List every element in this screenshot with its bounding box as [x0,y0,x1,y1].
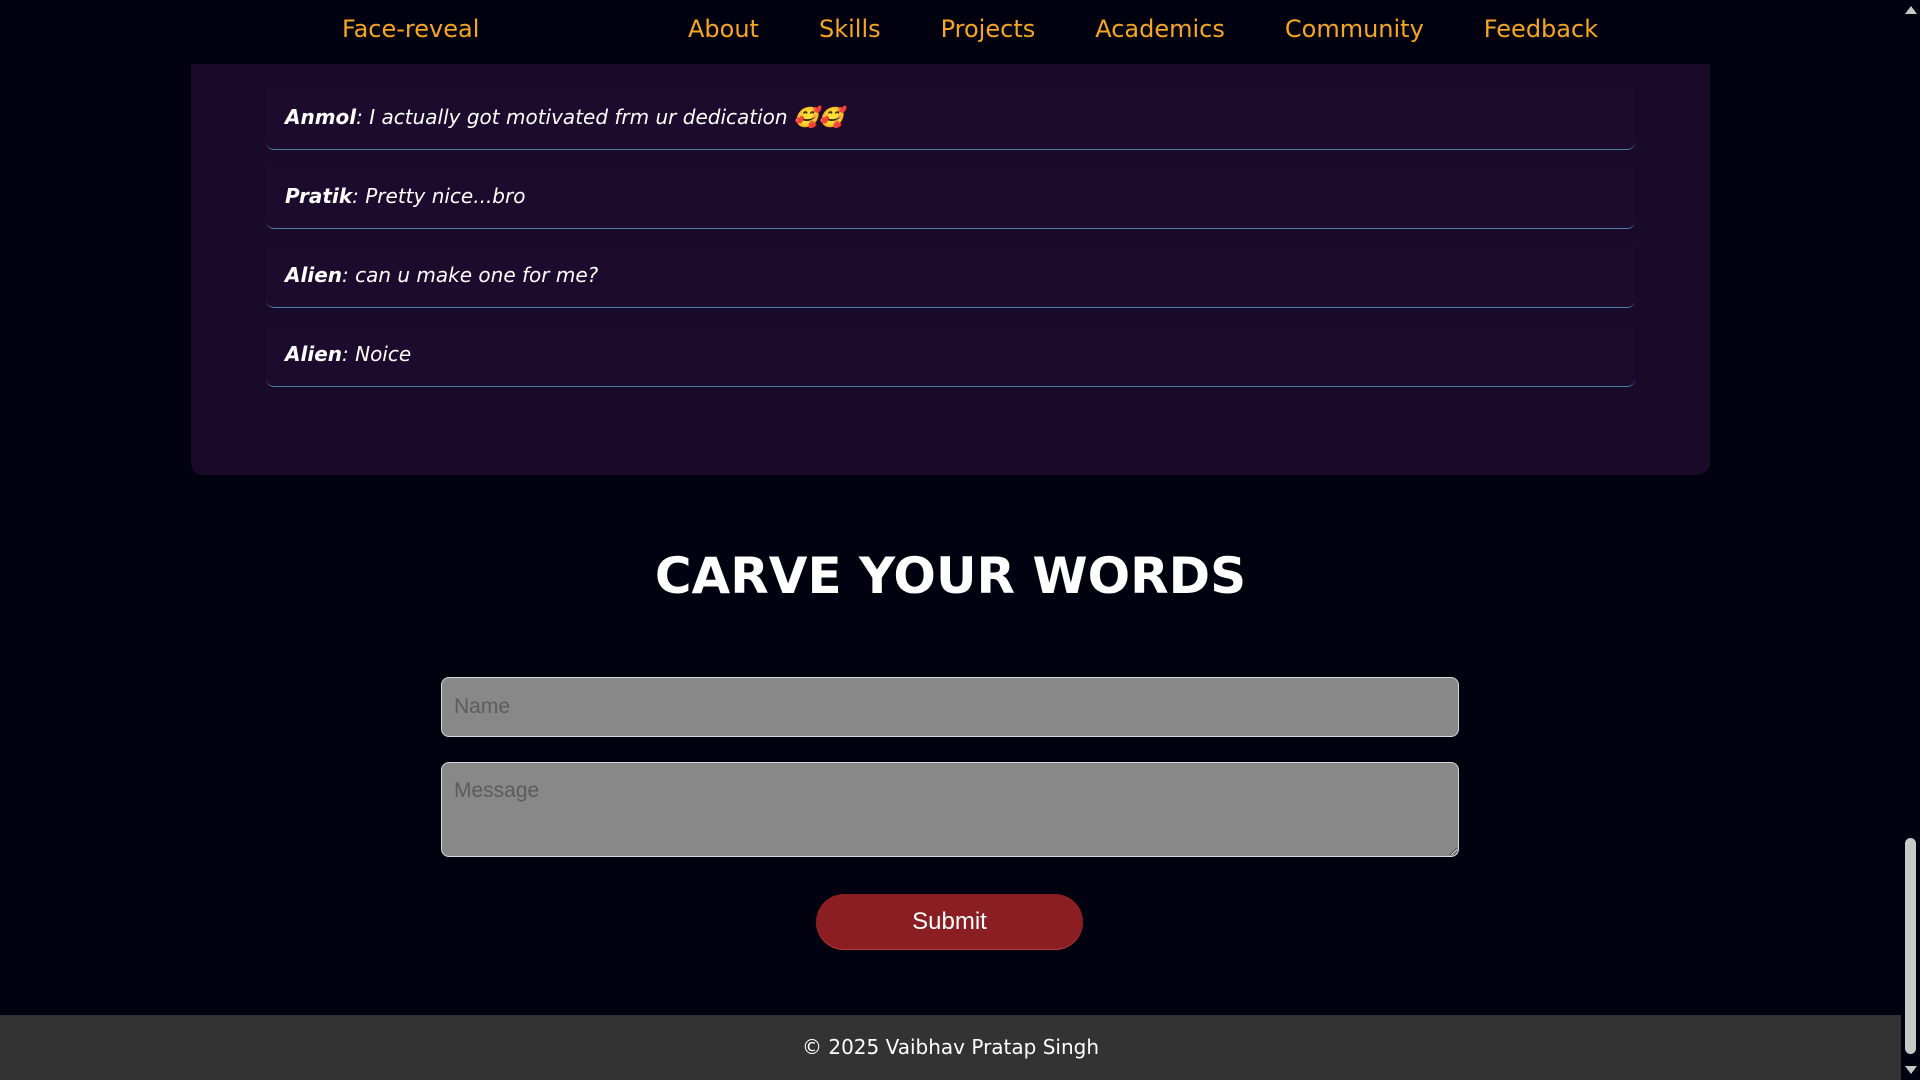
nav-link-feedback[interactable]: Feedback [1484,15,1598,43]
nav-link-community[interactable]: Community [1285,15,1424,43]
nav-link-projects[interactable]: Projects [941,15,1036,43]
submit-button[interactable]: Submit [816,894,1083,950]
nav-links: About Skills Projects Academics Communit… [688,15,1658,43]
nav-link-academics[interactable]: Academics [1095,15,1225,43]
scroll-down-arrow-icon[interactable] [1905,1066,1917,1074]
comment-item: Pratik: Pretty nice...bro [266,167,1635,229]
comment-text: Pretty nice...bro [358,184,526,208]
message-textarea[interactable] [441,762,1459,857]
page: Anmol: I actually got motivated frm ur d… [0,0,1901,1080]
top-navbar: Face-reveal About Skills Projects Academ… [0,0,1901,64]
comment-separator: : [342,263,349,287]
footer: © 2025 Vaibhav Pratap Singh [0,1015,1901,1080]
name-input[interactable] [441,677,1459,737]
comment-item: Anmol: I actually got motivated frm ur d… [266,88,1635,150]
page-scrollbar[interactable] [1901,0,1920,1080]
comment-author: Alien [285,263,342,287]
scrollbar-thumb[interactable] [1905,838,1916,1054]
footer-copyright: © 2025 Vaibhav Pratap Singh [801,1035,1099,1059]
nav-link-about[interactable]: About [688,15,759,43]
section-title: CARVE YOUR WORDS [654,547,1247,605]
comment-text: Noice [348,342,412,366]
scroll-up-arrow-icon[interactable] [1905,6,1917,14]
comment-text: can u make one for me? [348,263,599,287]
comment-author: Alien [285,342,342,366]
nav-link-skills[interactable]: Skills [819,15,881,43]
nav-brand-face-reveal[interactable]: Face-reveal [342,15,479,43]
comment-separator: : [352,184,359,208]
comment-separator: : [342,342,349,366]
comment-author: Anmol [285,105,357,129]
comment-separator: : [356,105,363,129]
comment-author: Pratik [285,184,353,208]
comments-panel: Anmol: I actually got motivated frm ur d… [191,24,1710,475]
comment-item: Alien: Noice [266,325,1635,387]
comment-item: Alien: can u make one for me? [266,246,1635,308]
comment-text: I actually got motivated frm ur dedicati… [362,105,844,129]
